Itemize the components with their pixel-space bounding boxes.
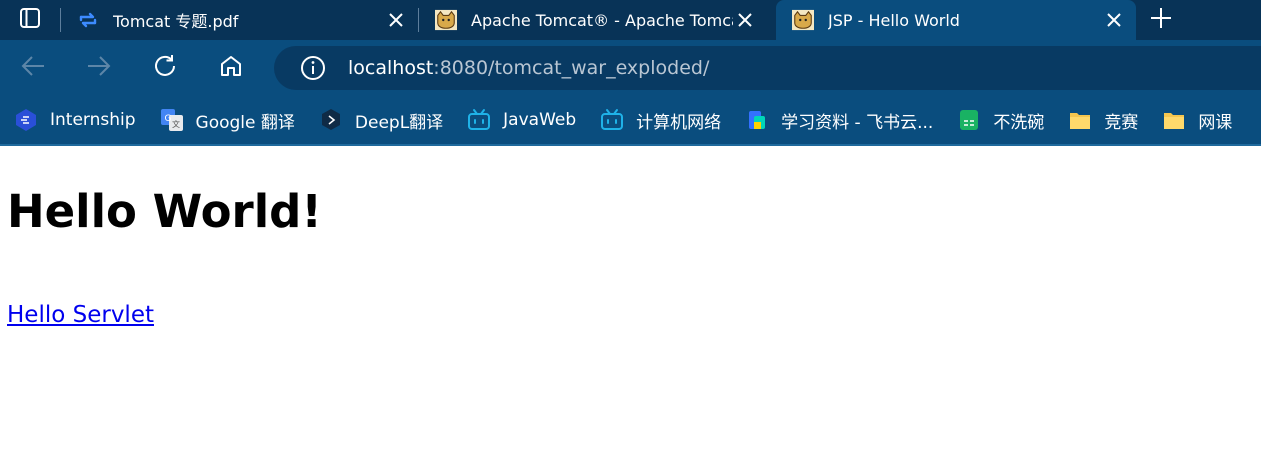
close-icon[interactable] [384, 8, 408, 32]
bookmark-folder-contest[interactable]: 竞赛 [1068, 108, 1138, 133]
tomcat-icon [792, 9, 814, 31]
tab-actions-icon [19, 7, 41, 33]
tab-tomcat-pdf[interactable]: Tomcat 专题.pdf [61, 0, 418, 40]
close-icon[interactable] [733, 8, 757, 32]
navigation-bar: localhost:8080/tomcat_war_exploded/ [0, 40, 1261, 96]
close-icon[interactable] [1102, 8, 1126, 32]
svg-text:G: G [164, 114, 171, 124]
sheet-icon [957, 108, 981, 132]
back-button[interactable] [0, 40, 66, 96]
feishu-icon [745, 108, 769, 132]
arrow-right-icon [86, 55, 112, 81]
bookmark-label: Internship [50, 110, 136, 130]
address-bar[interactable]: localhost:8080/tomcat_war_exploded/ [274, 46, 1261, 90]
bookmark-deepl[interactable]: DeepL翻译 [319, 108, 443, 133]
tab-strip: Tomcat 专题.pdf Apache Tomcat® - Apache To… [0, 0, 1261, 40]
bookmark-google-translate[interactable]: G文 Google 翻译 [160, 108, 295, 133]
home-icon [219, 54, 243, 82]
folder-icon [1068, 108, 1092, 132]
url-path: :8080/tomcat_war_exploded/ [433, 57, 710, 79]
bookmark-computer-network[interactable]: 计算机网络 [600, 108, 721, 133]
arrow-left-icon [20, 55, 46, 81]
folder-icon [1162, 108, 1186, 132]
bookmark-label: Google 翻译 [195, 112, 295, 133]
url-text[interactable]: localhost:8080/tomcat_war_exploded/ [348, 57, 709, 79]
tab-jsp-hello-world[interactable]: JSP - Hello World [776, 0, 1136, 40]
site-info-icon[interactable] [288, 55, 338, 81]
tomcat-icon [435, 9, 457, 31]
bookmark-label: 不洗碗 [993, 112, 1045, 133]
bookmark-javaweb[interactable]: JavaWeb [467, 108, 576, 132]
bookmark-label: 计算机网络 [636, 112, 722, 133]
tab-actions-button[interactable] [0, 0, 60, 40]
google-translate-icon: G文 [160, 108, 184, 132]
bookmark-folder-courses[interactable]: 网课 [1162, 108, 1232, 133]
reload-icon [152, 53, 178, 83]
forward-button[interactable] [66, 40, 132, 96]
tab-title: Tomcat 专题.pdf [113, 12, 239, 31]
svg-text:文: 文 [172, 119, 180, 129]
bilibili-icon [467, 108, 491, 132]
new-tab-button[interactable] [1136, 0, 1186, 40]
bookmarks-bar: Internship G文 Google 翻译 DeepL翻译 JavaWeb … [0, 96, 1261, 146]
plus-icon [1150, 7, 1172, 33]
tab-title: Apache Tomcat® - Apache Tomcat [471, 10, 733, 30]
hello-servlet-link[interactable]: Hello Servlet [7, 302, 154, 328]
browser-chrome: Tomcat 专题.pdf Apache Tomcat® - Apache To… [0, 0, 1261, 146]
bookmark-internship[interactable]: Internship [14, 108, 136, 132]
bookmark-feishu[interactable]: 学习资料 - 飞书云... [745, 108, 933, 133]
bookmark-label: 学习资料 - 飞书云... [781, 112, 934, 133]
bookmark-label: 网课 [1198, 112, 1233, 133]
deepl-icon [319, 108, 343, 132]
bookmark-label: 竞赛 [1104, 112, 1139, 133]
url-host: localhost [348, 57, 434, 79]
pdf-sync-icon [77, 9, 99, 31]
page-content: Hello World! Hello Servlet [0, 184, 1261, 328]
internship-icon [14, 108, 38, 132]
bookmark-label: DeepL翻译 [354, 112, 444, 133]
home-button[interactable] [198, 40, 264, 96]
bookmark-buxiwan[interactable]: 不洗碗 [957, 108, 1044, 133]
tab-apache-tomcat[interactable]: Apache Tomcat® - Apache Tomcat [419, 0, 776, 40]
reload-button[interactable] [132, 40, 198, 96]
page-heading: Hello World! [7, 185, 322, 238]
bilibili-icon [600, 108, 624, 132]
tab-title: JSP - Hello World [828, 10, 960, 30]
bookmark-label: JavaWeb [503, 110, 577, 130]
